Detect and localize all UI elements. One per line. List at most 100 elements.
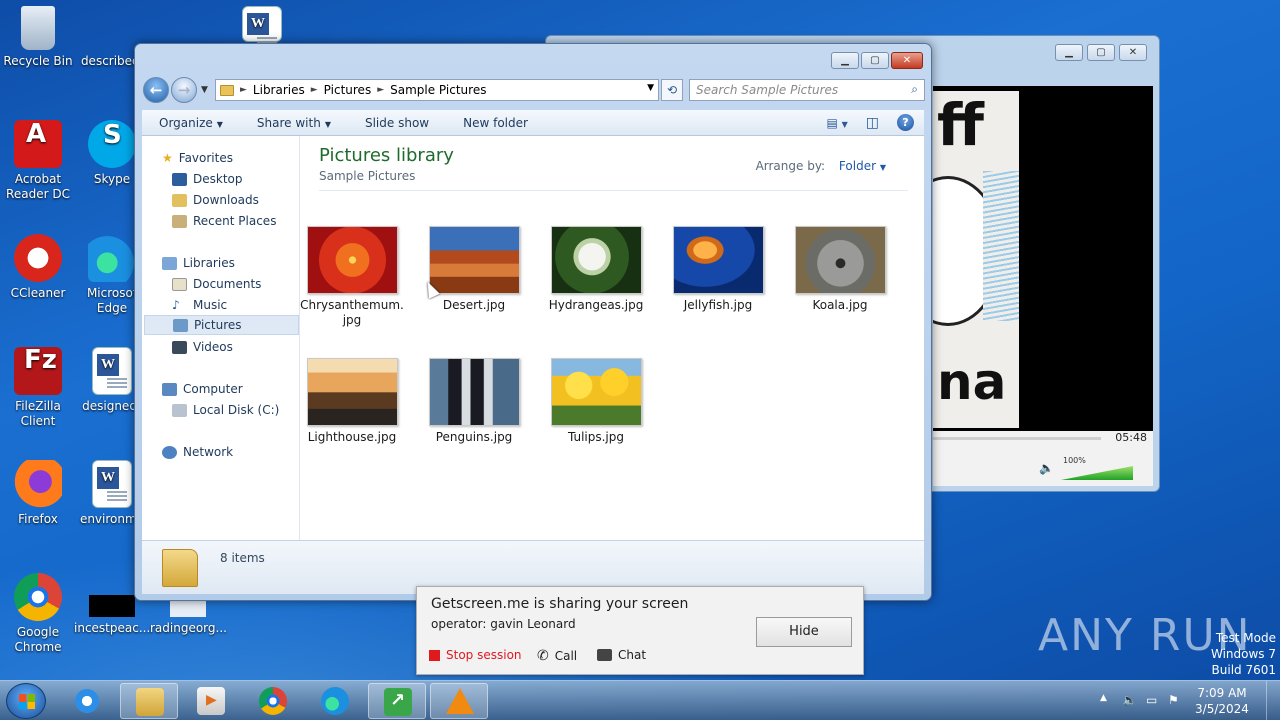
vlc-icon	[446, 688, 474, 714]
forward-button[interactable]: →	[171, 77, 197, 103]
nav-libraries[interactable]: Libraries	[162, 253, 235, 273]
nav-recent-places[interactable]: Recent Places	[172, 211, 276, 231]
seek-bar[interactable]	[933, 437, 1101, 440]
taskbar-windows-explorer[interactable]	[120, 683, 178, 719]
breadcrumb-sample-pictures[interactable]: Sample Pictures	[390, 83, 486, 97]
recent-places-icon	[172, 214, 187, 228]
desktop-icon-chrome[interactable]: Google Chrome	[0, 573, 76, 655]
video-display[interactable]: ff na	[933, 86, 1153, 431]
desktop-icon-label: Microsof Edge	[86, 286, 138, 315]
file-name: Hydrangeas.jpg	[548, 298, 644, 312]
clock-time: 7:09 AM	[1197, 686, 1247, 700]
hide-button[interactable]: Hide	[756, 617, 852, 647]
test-mode-text: Test Mode Windows 7 Build 7601	[1210, 631, 1276, 677]
volume-icon[interactable]: 🔈	[1122, 693, 1137, 707]
desktop-icon-firefox[interactable]: Firefox	[0, 460, 76, 527]
desktop-icon-label: Google Chrome	[14, 625, 62, 654]
speaker-icon[interactable]: 🔈	[1039, 461, 1054, 475]
desktop-icon-filezilla[interactable]: Fz FileZilla Client	[0, 347, 76, 429]
address-dropdown-icon[interactable]: ▼	[647, 83, 654, 93]
arrange-by-dropdown[interactable]: Folder ▼	[839, 159, 886, 173]
help-icon[interactable]: ?	[897, 114, 914, 131]
change-view-icon[interactable]: ▤ ▼	[826, 116, 847, 130]
library-title: Pictures library	[319, 145, 454, 166]
chevron-right-icon[interactable]: ►	[311, 85, 318, 95]
network-tray-icon[interactable]: ▭	[1146, 693, 1157, 707]
taskbar-edge[interactable]	[306, 683, 364, 719]
desktop-icon-recycle-bin[interactable]: Recycle Bin	[0, 6, 76, 69]
taskbar-internet-explorer[interactable]	[58, 683, 116, 719]
breadcrumb-pictures[interactable]: Pictures	[324, 83, 372, 97]
nav-desktop[interactable]: Desktop	[172, 169, 243, 189]
taskbar-chrome[interactable]	[244, 683, 302, 719]
show-hidden-icons[interactable]: ▲	[1100, 693, 1107, 703]
edge-icon	[321, 687, 349, 715]
start-button[interactable]	[6, 683, 46, 719]
video-frame: ff na	[933, 91, 1019, 428]
explorer-window[interactable]: ▁ ▢ ✕ ← → ▼ ► Libraries ► Pictures ► Sam…	[134, 43, 932, 601]
taskbar-vlc[interactable]	[430, 683, 488, 719]
search-input[interactable]: Search Sample Pictures ⌕	[689, 79, 925, 101]
file-chrysanthemum[interactable]: Chrysanthemum. jpg	[297, 226, 407, 328]
minimize-button[interactable]: ▁	[1055, 44, 1083, 61]
media-player-icon: ▶	[197, 687, 225, 715]
nav-favorites[interactable]: ★ Favorites	[162, 148, 233, 168]
desktop-icon-word-top[interactable]	[222, 6, 302, 46]
file-koala[interactable]: Koala.jpg	[785, 226, 895, 313]
breadcrumb-libraries[interactable]: Libraries	[253, 83, 305, 97]
video-text-bottom: na	[937, 353, 1007, 411]
maximize-button[interactable]: ▢	[1087, 44, 1115, 61]
show-desktop-button[interactable]	[1266, 681, 1280, 720]
nav-videos[interactable]: Videos	[172, 337, 233, 357]
close-button[interactable]: ✕	[891, 52, 923, 69]
nav-documents[interactable]: Documents	[172, 274, 261, 294]
minimize-button[interactable]: ▁	[831, 52, 859, 69]
desktop-icon-label: Skype	[93, 172, 131, 186]
nav-pictures[interactable]: Pictures	[144, 315, 299, 335]
chevron-right-icon[interactable]: ►	[240, 85, 247, 95]
nav-network[interactable]: Network	[162, 442, 233, 462]
nav-music[interactable]: ♪ Music	[172, 295, 227, 315]
file-desert[interactable]: Desert.jpg	[419, 226, 529, 313]
black-file-icon	[89, 595, 135, 617]
organize-button[interactable]: Organize ▼	[142, 116, 240, 130]
search-icon[interactable]: ⌕	[911, 82, 918, 97]
clock[interactable]: 7:09 AM 3/5/2024	[1192, 685, 1252, 717]
refresh-button[interactable]: ⟲	[661, 79, 683, 101]
chevron-right-icon[interactable]: ►	[377, 85, 384, 95]
nav-downloads[interactable]: Downloads	[172, 190, 259, 210]
call-button[interactable]: ✆ Call	[537, 648, 577, 664]
recent-pages-dropdown-icon[interactable]: ▼	[201, 85, 208, 95]
new-folder-button[interactable]: New folder	[446, 116, 545, 130]
chevron-down-icon: ▼	[879, 163, 886, 172]
desktop-icon-acrobat[interactable]: A Acrobat Reader DC	[0, 120, 76, 202]
image-thumbnail	[306, 358, 398, 426]
video-water-pattern	[983, 171, 1019, 321]
slide-show-button[interactable]: Slide show	[348, 116, 446, 130]
image-thumbnail	[794, 226, 886, 294]
action-center-icon[interactable]: ⚑	[1168, 693, 1179, 707]
chevron-down-icon: ▼	[324, 119, 331, 129]
file-name: Chrysanthemum.	[300, 298, 404, 312]
file-tulips[interactable]: Tulips.jpg	[541, 358, 651, 445]
file-jellyfish[interactable]: Jellyfish.jpg	[663, 226, 773, 313]
nav-local-disk[interactable]: Local Disk (C:)	[172, 400, 279, 420]
file-lighthouse[interactable]: Lighthouse.jpg	[297, 358, 407, 445]
taskbar-getscreen[interactable]: ↗	[368, 683, 426, 719]
desktop-icon-ccleaner[interactable]: CCleaner	[0, 234, 76, 301]
back-button[interactable]: ←	[143, 77, 169, 103]
chat-button[interactable]: Chat	[597, 648, 646, 662]
volume-slider[interactable]	[1061, 466, 1133, 480]
share-with-button[interactable]: Share with ▼	[240, 116, 348, 130]
maximize-button[interactable]: ▢	[861, 52, 889, 69]
address-bar[interactable]: ► Libraries ► Pictures ► Sample Pictures…	[215, 79, 659, 101]
file-penguins[interactable]: Penguins.jpg	[419, 358, 529, 445]
recycle-bin-icon	[21, 6, 55, 50]
player-window-controls: ▁ ▢ ✕	[1055, 44, 1147, 61]
file-hydrangeas[interactable]: Hydrangeas.jpg	[541, 226, 651, 313]
stop-session-button[interactable]: Stop session	[429, 648, 522, 662]
nav-computer[interactable]: Computer	[162, 379, 243, 399]
preview-pane-icon[interactable]: ◫	[866, 115, 879, 131]
taskbar-media-player[interactable]: ▶	[182, 683, 240, 719]
close-button[interactable]: ✕	[1119, 44, 1147, 61]
